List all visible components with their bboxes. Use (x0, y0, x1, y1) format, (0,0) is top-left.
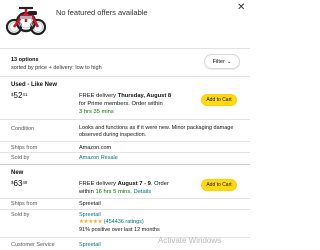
details-link[interactable]: Details (133, 189, 151, 195)
offer-price: $6349 (11, 179, 28, 188)
offer-price: $5241 (11, 91, 28, 100)
divider (0, 152, 250, 153)
customer-service-label: Customer Service (11, 242, 55, 248)
offer-condition: New (11, 170, 24, 176)
divider (0, 198, 250, 199)
divider (0, 76, 250, 77)
divider (0, 209, 250, 210)
condition-text: Looks and functions as if it were new. M… (79, 125, 234, 138)
ships-from-label: Ships from (11, 145, 38, 151)
chevron-down-icon: ⌄ (226, 58, 232, 65)
seller-link[interactable]: Amazon Resale (79, 155, 118, 162)
filter-button[interactable]: Filter ⌄ (204, 54, 240, 69)
delivery-info: FREE delivery August 7 - 9. Order within… (79, 181, 169, 195)
rating-count[interactable]: (454436 ratings) (104, 219, 144, 225)
offer-divider (0, 164, 250, 165)
options-count: 13 options (11, 57, 39, 63)
offers-header: No featured offers available ✕ (0, 0, 250, 48)
sort-description: sorted by price + delivery: low to high (11, 65, 102, 71)
activate-windows-watermark: Activate Windows (158, 236, 222, 245)
ships-from-label: Ships from (11, 201, 38, 207)
divider (0, 48, 250, 49)
seller-positive-feedback: 91% positive over last 12 months (79, 227, 160, 233)
ships-from-value: Spreetail (79, 201, 101, 207)
divider (0, 141, 250, 142)
filter-label: Filter (212, 58, 225, 65)
star-rating-icon: ★★★★★ (79, 219, 103, 225)
add-to-cart-button[interactable]: Add to Cart (201, 179, 237, 191)
red-tricycle-image (6, 6, 46, 36)
add-to-cart-button[interactable]: Add to Cart (201, 94, 237, 106)
ships-from-value: Amazon.com (79, 145, 112, 151)
sold-by-label: Sold by (11, 155, 30, 161)
customer-service-link[interactable]: Spreetail (79, 242, 101, 249)
condition-label: Condition (11, 126, 35, 132)
seller-link[interactable]: Spreetail (79, 212, 101, 219)
sold-by-label: Sold by (11, 212, 30, 218)
delivery-info: FREE delivery Thursday, August 8 for Pri… (79, 93, 172, 115)
no-featured-offers-text: No featured offers available (56, 8, 148, 17)
divider (0, 119, 250, 120)
close-icon[interactable]: ✕ (237, 3, 245, 13)
seller-rating[interactable]: ★★★★★ (454436 ratings) (79, 219, 144, 226)
offer-condition: Used - Like New (11, 82, 58, 88)
